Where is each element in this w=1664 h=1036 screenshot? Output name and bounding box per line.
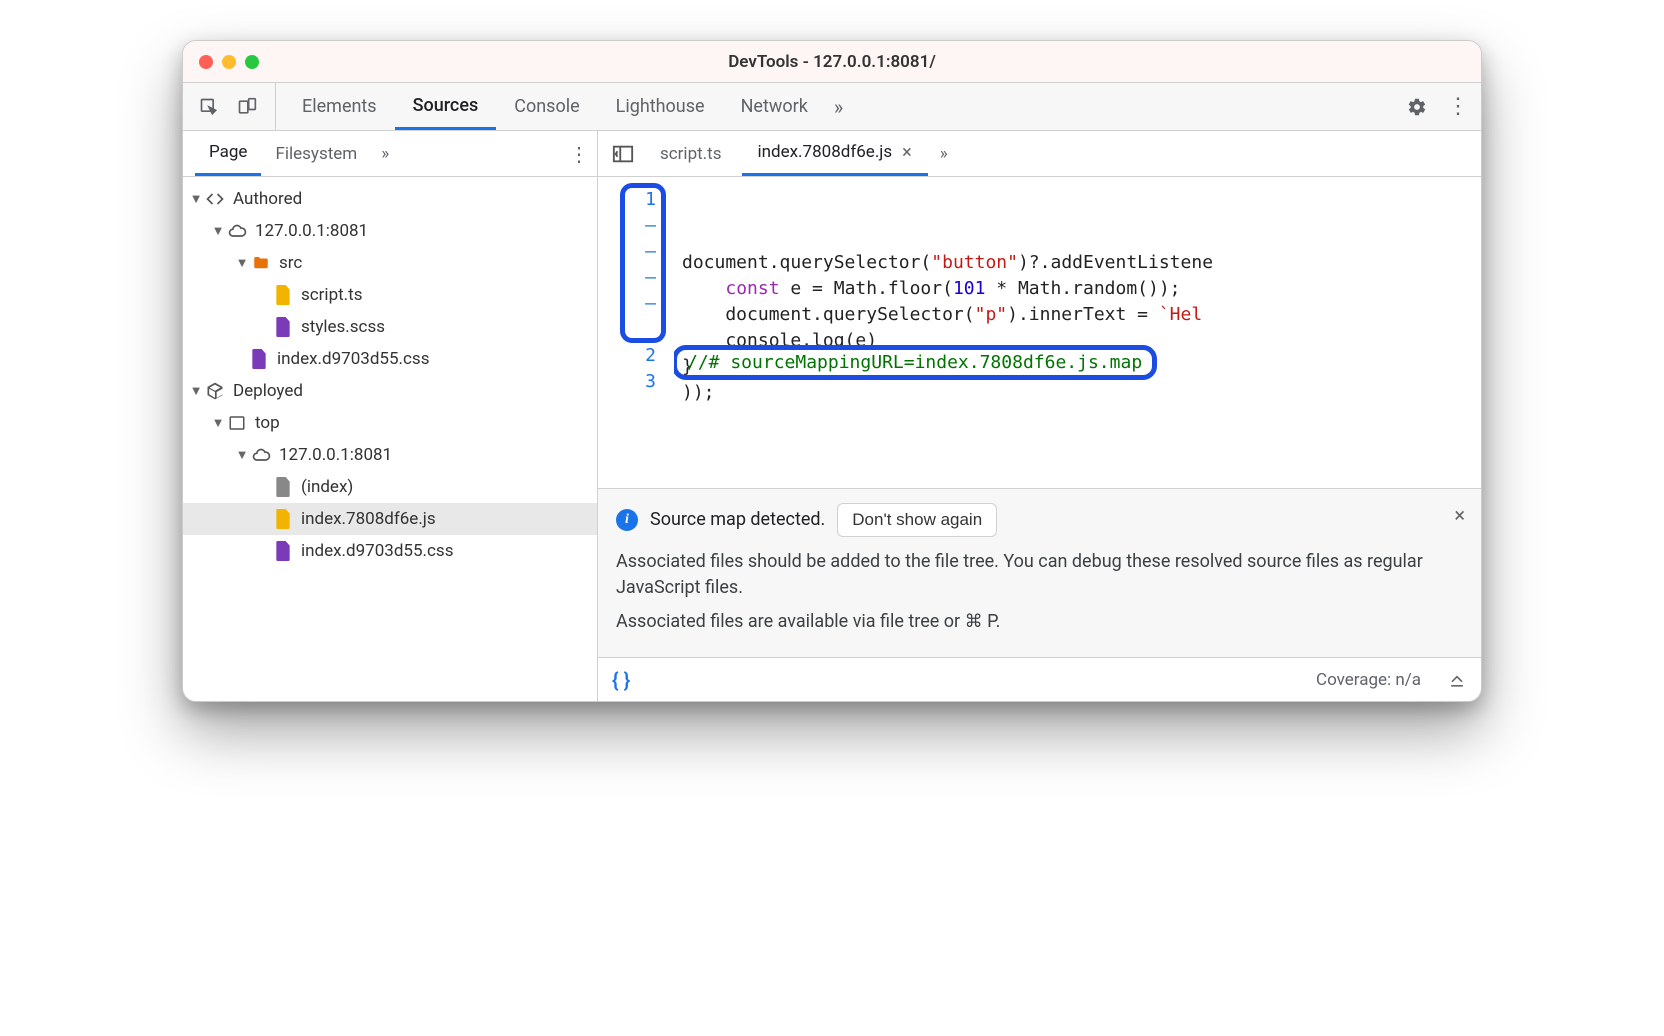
tree-label: index.d9703d55.css <box>277 349 429 369</box>
inspect-element-icon[interactable] <box>199 97 219 117</box>
tree-label: 127.0.0.1:8081 <box>255 221 368 241</box>
banner-title: Source map detected. <box>650 509 825 530</box>
code-line: const e = Math.floor(101 * Math.random()… <box>682 276 1481 302</box>
highlight-annotation <box>620 183 666 343</box>
close-banner-icon[interactable]: × <box>1454 503 1465 527</box>
js-file-icon <box>273 509 293 529</box>
navigator-kebab-icon[interactable]: ⋮ <box>569 142 589 166</box>
main-toolbar: Elements Sources Console Lighthouse Netw… <box>183 83 1481 131</box>
line-number: 2 <box>598 343 674 369</box>
tree-label: index.d9703d55.css <box>301 541 453 561</box>
devtools-window: DevTools - 127.0.0.1:8081/ Elements Sour… <box>182 40 1482 702</box>
code-line: )); <box>682 380 1481 406</box>
navigator-tabs: Page Filesystem » ⋮ <box>183 131 597 177</box>
tree-label: script.ts <box>301 285 363 305</box>
tree-label: top <box>255 413 280 433</box>
close-tab-icon[interactable]: × <box>902 142 912 163</box>
tree-label: src <box>279 253 302 273</box>
code-line: document.querySelector("button")?.addEve… <box>682 250 1481 276</box>
cloud-icon <box>227 221 247 241</box>
tree-label: Authored <box>233 189 302 209</box>
chevron-down-icon: ▼ <box>189 191 203 207</box>
tree-host[interactable]: ▼ 127.0.0.1:8081 <box>183 215 597 247</box>
file-tab[interactable]: script.ts <box>644 131 738 176</box>
js-file-icon <box>273 285 293 305</box>
css-file-icon <box>249 349 269 369</box>
file-tab-label: script.ts <box>660 144 722 164</box>
main-tabs: Elements Sources Console Lighthouse Netw… <box>284 83 1407 130</box>
file-tab-overflow[interactable]: » <box>932 131 956 176</box>
tab-elements[interactable]: Elements <box>284 83 395 130</box>
tree-host[interactable]: ▼ 127.0.0.1:8081 <box>183 439 597 471</box>
line-number: 3 <box>598 369 674 395</box>
tree-label: 127.0.0.1:8081 <box>279 445 392 465</box>
expand-drawer-icon[interactable] <box>1447 670 1467 690</box>
maximize-window-button[interactable] <box>245 55 259 69</box>
code-line: document.querySelector("p").innerText = … <box>682 302 1481 328</box>
tab-network[interactable]: Network <box>723 83 826 130</box>
tree-folder-src[interactable]: ▼ src <box>183 247 597 279</box>
tree-label: Deployed <box>233 381 303 401</box>
code-editor[interactable]: 1 – – – – 2 3 document.querySelector("bu… <box>598 177 1481 488</box>
tree-top[interactable]: ▼ top <box>183 407 597 439</box>
source-map-banner: i Source map detected. Don't show again … <box>598 488 1481 657</box>
info-icon: i <box>616 509 638 531</box>
tree-deployed[interactable]: ▼ Deployed <box>183 375 597 407</box>
chevron-down-icon: ▼ <box>211 223 225 239</box>
traffic-lights <box>199 55 259 69</box>
editor-pane: script.ts index.7808df6e.js × » 1 – – – … <box>598 131 1481 701</box>
tree-label: index.7808df6e.js <box>301 509 436 529</box>
kebab-menu-icon[interactable]: ⋮ <box>1447 94 1469 119</box>
navigator-tab-overflow[interactable]: » <box>381 144 389 164</box>
package-icon <box>205 381 225 401</box>
chevron-down-icon: ▼ <box>211 415 225 431</box>
navigator-tab-filesystem[interactable]: Filesystem <box>261 131 371 176</box>
line-gutter: 1 – – – – 2 3 <box>598 177 674 488</box>
css-file-icon <box>273 317 293 337</box>
tab-overflow[interactable]: » <box>826 83 851 130</box>
tree-label: (index) <box>301 477 353 497</box>
tree-authored[interactable]: ▼ Authored <box>183 183 597 215</box>
code-brackets-icon <box>205 189 225 209</box>
cloud-icon <box>251 445 271 465</box>
close-window-button[interactable] <box>199 55 213 69</box>
tree-label: styles.scss <box>301 317 385 337</box>
css-file-icon <box>273 541 293 561</box>
window-title: DevTools - 127.0.0.1:8081/ <box>183 52 1481 72</box>
tree-file[interactable]: (index) <box>183 471 597 503</box>
frame-icon <box>227 413 247 433</box>
chevron-down-icon: ▼ <box>235 255 249 271</box>
tree-file[interactable]: index.d9703d55.css <box>183 535 597 567</box>
tab-console[interactable]: Console <box>496 83 597 130</box>
file-tree: ▼ Authored ▼ 127.0.0.1:8081 ▼ <box>183 177 597 701</box>
tab-lighthouse[interactable]: Lighthouse <box>598 83 723 130</box>
chevron-down-icon: ▼ <box>235 447 249 463</box>
editor-footer: { } Coverage: n/a <box>598 657 1481 701</box>
file-icon <box>273 477 293 497</box>
banner-text: Associated files should be added to the … <box>616 549 1463 601</box>
file-tab-label: index.7808df6e.js <box>758 142 893 162</box>
tree-file[interactable]: styles.scss <box>183 311 597 343</box>
banner-text: Associated files are available via file … <box>616 609 1463 635</box>
folder-icon <box>251 253 271 273</box>
navigator-pane: Page Filesystem » ⋮ ▼ Authored ▼ <box>183 131 598 701</box>
titlebar: DevTools - 127.0.0.1:8081/ <box>183 41 1481 83</box>
navigator-tab-page[interactable]: Page <box>195 131 261 176</box>
pretty-print-button[interactable]: { } <box>612 668 630 692</box>
tree-file[interactable]: index.d9703d55.css <box>183 343 597 375</box>
settings-icon[interactable] <box>1407 97 1427 117</box>
tree-file-selected[interactable]: index.7808df6e.js <box>183 503 597 535</box>
minimize-window-button[interactable] <box>222 55 236 69</box>
device-toolbar-icon[interactable] <box>237 97 257 117</box>
toggle-navigator-icon[interactable] <box>606 143 640 165</box>
tree-file[interactable]: script.ts <box>183 279 597 311</box>
code-content: document.querySelector("button")?.addEve… <box>674 177 1481 488</box>
file-tab-active[interactable]: index.7808df6e.js × <box>742 131 928 176</box>
coverage-status: Coverage: n/a <box>1316 670 1421 690</box>
file-tabstrip: script.ts index.7808df6e.js × » <box>598 131 1481 177</box>
dont-show-again-button[interactable]: Don't show again <box>837 503 997 537</box>
highlight-annotation: //# sourceMappingURL=index.7808df6e.js.m… <box>674 345 1157 380</box>
chevron-down-icon: ▼ <box>189 383 203 399</box>
tab-sources[interactable]: Sources <box>395 83 497 130</box>
